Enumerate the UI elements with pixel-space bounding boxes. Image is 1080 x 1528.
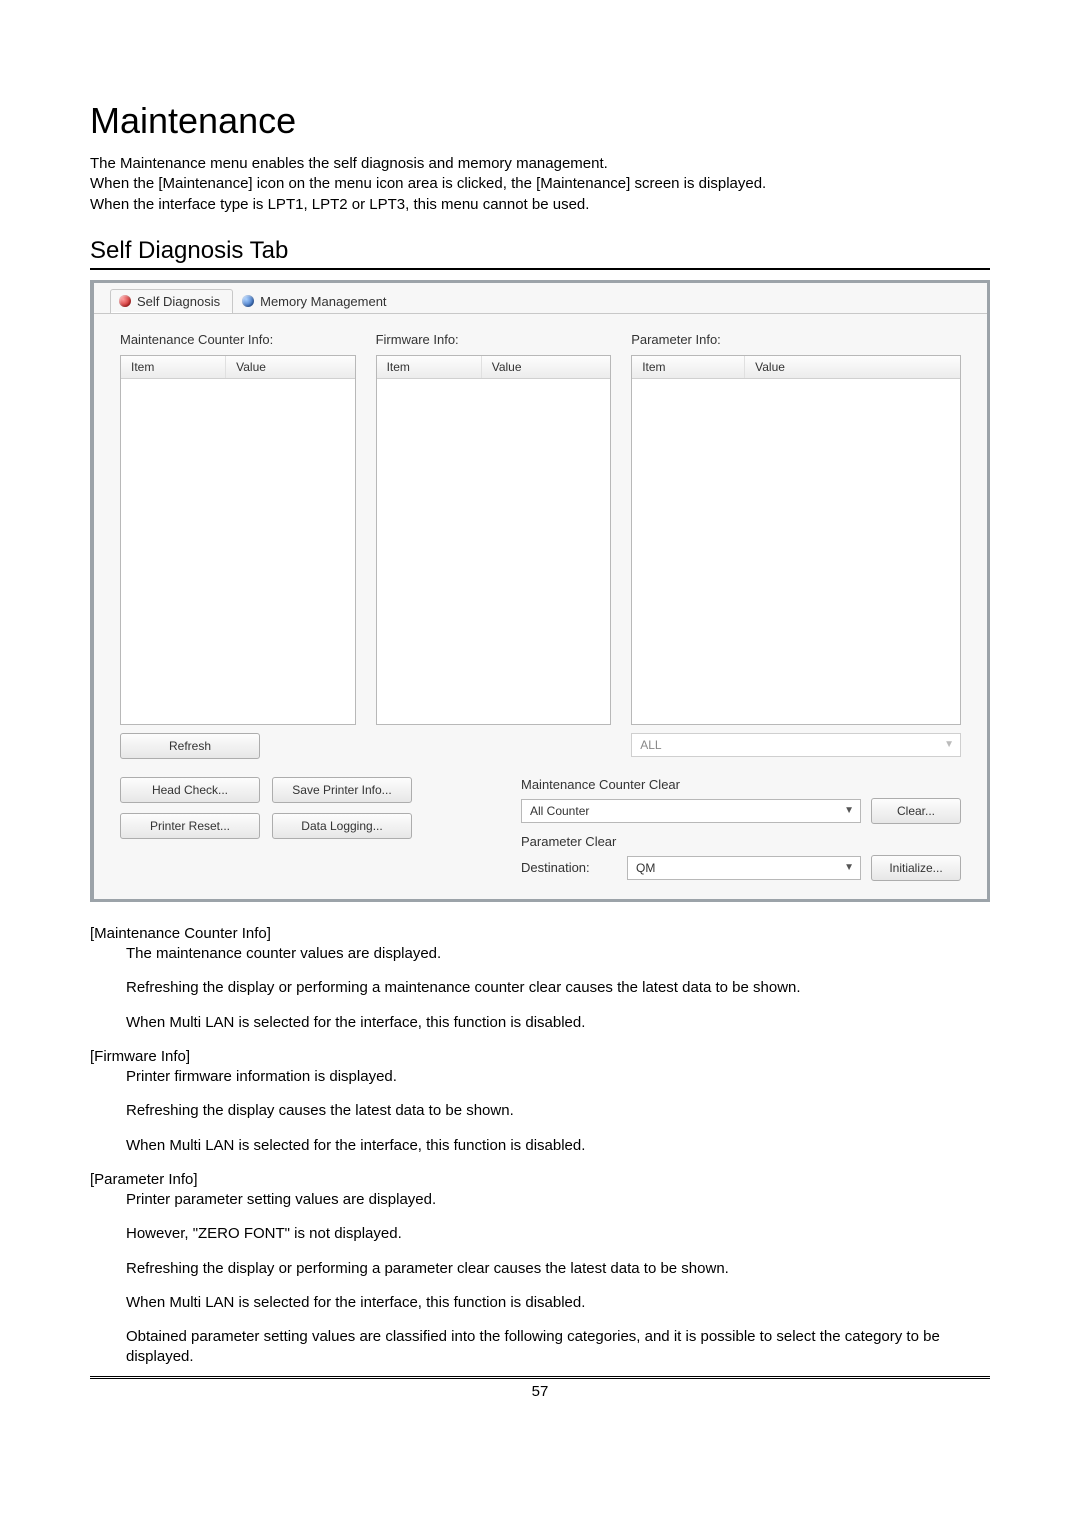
clear-button[interactable]: Clear... xyxy=(871,798,961,824)
data-logging-button[interactable]: Data Logging... xyxy=(272,813,412,839)
column-header-value[interactable]: Value xyxy=(226,356,354,378)
screenshot-panel: Self Diagnosis Memory Management Mainten… xyxy=(90,280,990,902)
save-printer-info-button[interactable]: Save Printer Info... xyxy=(272,777,412,803)
firmware-info-column: Firmware Info: Item Value xyxy=(376,332,612,725)
chevron-down-icon: ▼ xyxy=(944,739,954,750)
tab-label: Self Diagnosis xyxy=(137,294,220,309)
column-label: Parameter Info: xyxy=(631,332,961,347)
column-header-item[interactable]: Item xyxy=(632,356,745,378)
printer-reset-button[interactable]: Printer Reset... xyxy=(120,813,260,839)
intro-paragraph: The Maintenance menu enables the self di… xyxy=(90,154,990,215)
column-header-item[interactable]: Item xyxy=(121,356,226,378)
parameter-filter-select[interactable]: ALL ▼ xyxy=(631,733,961,757)
destination-label: Destination: xyxy=(521,860,617,875)
desc-line: Obtained parameter setting values are cl… xyxy=(126,1327,990,1368)
desc-line: Refreshing the display causes the latest… xyxy=(126,1101,990,1121)
parameter-clear-label: Parameter Clear xyxy=(521,834,961,849)
desc-line: Printer firmware information is displaye… xyxy=(126,1067,990,1087)
column-label: Maintenance Counter Info: xyxy=(120,332,356,347)
desc-line: Printer parameter setting values are dis… xyxy=(126,1190,990,1210)
chevron-down-icon: ▼ xyxy=(844,862,854,873)
tab-memory-management[interactable]: Memory Management xyxy=(233,289,399,313)
maintenance-counter-column: Maintenance Counter Info: Item Value xyxy=(120,332,356,725)
page-number: 57 xyxy=(90,1376,990,1400)
tab-strip: Self Diagnosis Memory Management xyxy=(94,283,987,313)
parameter-info-list[interactable]: Item Value xyxy=(631,355,961,725)
desc-term: [Parameter Info] xyxy=(90,1170,990,1190)
tab-content: Maintenance Counter Info: Item Value Fir… xyxy=(94,313,987,899)
tab-icon-blue xyxy=(242,295,254,307)
maintenance-counter-list[interactable]: Item Value xyxy=(120,355,356,725)
maintenance-counter-clear-label: Maintenance Counter Clear xyxy=(521,777,961,792)
column-header-item[interactable]: Item xyxy=(377,356,482,378)
desc-line: However, "ZERO FONT" is not displayed. xyxy=(126,1224,990,1244)
description-list: [Maintenance Counter Info] The maintenan… xyxy=(90,924,990,1368)
column-header-pad xyxy=(940,356,960,378)
desc-line: When Multi LAN is selected for the inter… xyxy=(126,1013,990,1033)
desc-term: [Firmware Info] xyxy=(90,1047,990,1067)
page-title: Maintenance xyxy=(90,100,990,142)
tab-self-diagnosis[interactable]: Self Diagnosis xyxy=(110,289,233,313)
destination-select[interactable]: QM ▼ xyxy=(627,856,861,880)
head-check-button[interactable]: Head Check... xyxy=(120,777,260,803)
select-value: All Counter xyxy=(530,804,589,818)
desc-line: When Multi LAN is selected for the inter… xyxy=(126,1136,990,1156)
tab-label: Memory Management xyxy=(260,294,386,309)
refresh-button[interactable]: Refresh xyxy=(120,733,260,759)
maintenance-clear-select[interactable]: All Counter ▼ xyxy=(521,799,861,823)
select-value: ALL xyxy=(640,738,661,752)
section-heading: Self Diagnosis Tab xyxy=(90,237,990,270)
tab-icon-red xyxy=(119,295,131,307)
desc-line: The maintenance counter values are displ… xyxy=(126,944,990,964)
column-label: Firmware Info: xyxy=(376,332,612,347)
chevron-down-icon: ▼ xyxy=(844,805,854,816)
firmware-info-list[interactable]: Item Value xyxy=(376,355,612,725)
column-header-value[interactable]: Value xyxy=(745,356,940,378)
initialize-button[interactable]: Initialize... xyxy=(871,855,961,881)
desc-term: [Maintenance Counter Info] xyxy=(90,924,990,944)
desc-line: Refreshing the display or performing a m… xyxy=(126,978,990,998)
column-header-value[interactable]: Value xyxy=(482,356,610,378)
desc-line: When Multi LAN is selected for the inter… xyxy=(126,1293,990,1313)
parameter-info-column: Parameter Info: Item Value xyxy=(631,332,961,725)
desc-line: Refreshing the display or performing a p… xyxy=(126,1259,990,1279)
select-value: QM xyxy=(636,861,655,875)
